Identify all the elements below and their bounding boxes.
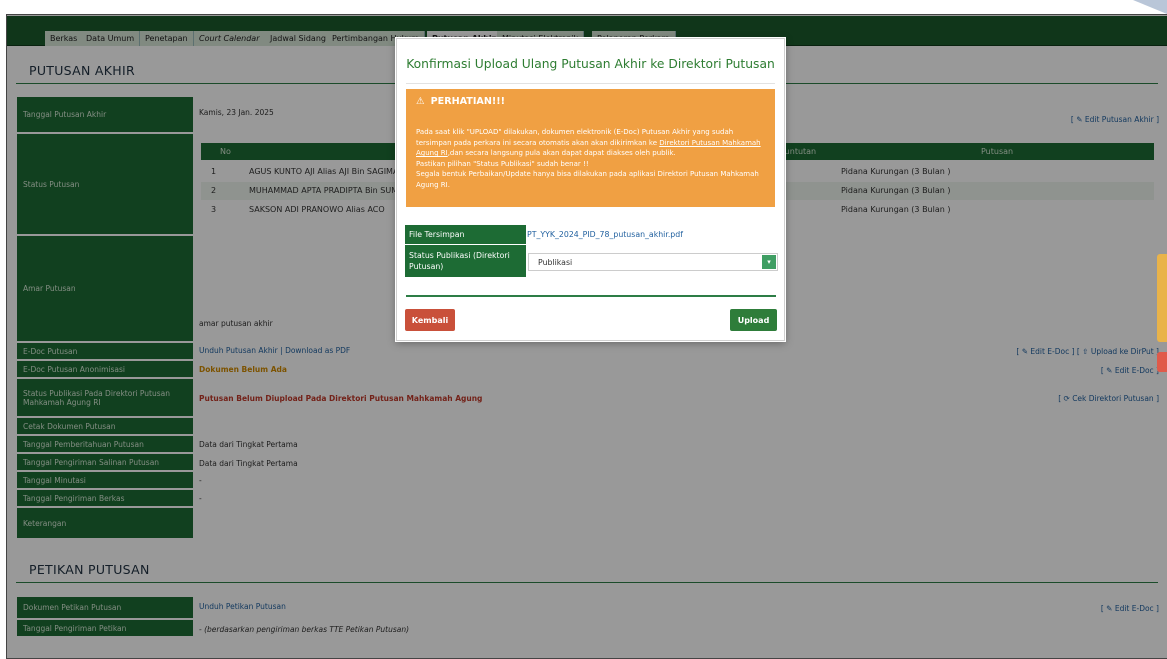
warning-alert: ⚠ PERHATIAN!!! Pada saat klik "UPLOAD" di… xyxy=(406,89,775,207)
tab-berkas[interactable]: Berkas xyxy=(45,31,84,46)
label-status-publikasi-line1: Status Publikasi Pada Direktori Putusan xyxy=(23,388,170,398)
pengiriman-petikan-value: - (berdasarkan pengiriman berkas TTE Pet… xyxy=(199,625,410,634)
row-nama: AGUS KUNTO AJI Alias AJI Bin SAGIMAN xyxy=(249,167,405,176)
section-title-petikan: PETIKAN PUTUSAN xyxy=(29,562,150,577)
alert-header: ⚠ PERHATIAN!!! xyxy=(416,96,505,107)
tab-court-calendar[interactable]: Court Calendar xyxy=(194,31,266,46)
modal-title: Konfirmasi Upload Ulang Putusan Akhir ke… xyxy=(406,57,775,71)
edit-edoc-anonim-link[interactable]: [ ✎ Edit E-Doc ] xyxy=(1101,366,1159,375)
unduh-petikan-link[interactable]: Unduh Petikan Putusan xyxy=(199,602,286,611)
label-keterangan: Keterangan xyxy=(17,508,193,539)
row-nama: SAKSON ADI PRANOWO Alias ACO xyxy=(249,205,385,214)
modal-title-divider xyxy=(406,83,775,84)
amar-putusan-value: amar putusan akhir xyxy=(199,319,273,328)
label-edoc-anonimisasi: E-Doc Putusan Anonimisasi xyxy=(17,361,193,378)
label-cetak-dokumen: Cetak Dokumen Putusan xyxy=(17,418,193,435)
label-status-publikasi: Status Publikasi Pada Direktori Putusan … xyxy=(17,379,193,417)
label-tanggal-minutasi: Tanggal Minutasi xyxy=(17,472,193,489)
row-no: 2 xyxy=(211,186,217,195)
upload-button[interactable]: Upload xyxy=(730,309,777,331)
pengiriman-berkas-value: - xyxy=(199,494,202,503)
side-chip-red[interactable] xyxy=(1157,352,1167,372)
label-status-publikasi-modal: Status Publikasi (Direktori Putusan) xyxy=(405,245,526,277)
edit-edoc-petikan-link[interactable]: [ ✎ Edit E-Doc ] xyxy=(1101,604,1159,613)
pengiriman-salinan-value: Data dari Tingkat Pertama xyxy=(199,459,298,468)
chevron-down-icon[interactable]: ▾ xyxy=(762,255,776,269)
label-dokumen-petikan: Dokumen Petikan Putusan xyxy=(17,597,193,619)
modal-footer-divider xyxy=(406,295,776,297)
label-file-tersimpan: File Tersimpan xyxy=(405,225,526,244)
cek-direktori-link[interactable]: [ ⟳ Cek Direktori Putusan ] xyxy=(1058,394,1159,403)
label-edoc-putusan: E-Doc Putusan xyxy=(17,343,193,360)
tab-data-umum[interactable]: Data Umum xyxy=(81,31,141,46)
status-publikasi-select[interactable]: Publikasi ▾ xyxy=(528,253,778,271)
alert-title: PERHATIAN!!! xyxy=(430,96,505,107)
row-putusan: Pidana Kurungan (3 Bulan ) xyxy=(841,205,951,214)
alert-text-3: Segala bentuk Perbaikan/Update hanya bis… xyxy=(416,170,759,189)
label-status-publikasi-line2: Mahkamah Agung RI xyxy=(23,397,101,407)
row-no: 3 xyxy=(211,205,217,214)
label-tanggal-pengiriman-petikan: Tanggal Pengiriman Petikan xyxy=(17,620,193,637)
section-divider xyxy=(16,582,1158,583)
row-putusan: Pidana Kurungan (3 Bulan ) xyxy=(841,186,951,195)
side-chip-yellow[interactable] xyxy=(1157,254,1167,342)
alert-body: Pada saat klik "UPLOAD" dilakukan, dokum… xyxy=(416,127,768,191)
confirm-upload-modal: Konfirmasi Upload Ulang Putusan Akhir ke… xyxy=(396,38,785,341)
status-publikasi-selected: Publikasi xyxy=(538,257,573,267)
tab-jadwal-sidang[interactable]: Jadwal Sidang xyxy=(265,31,332,46)
edit-putusan-link[interactable]: [ ✎ Edit Putusan Akhir ] xyxy=(1071,115,1159,124)
kembali-button[interactable]: Kembali xyxy=(405,309,455,331)
alert-text-2: Pastikan pilihan "Status Publikasi" suda… xyxy=(416,159,589,168)
minutasi-value: - xyxy=(199,476,202,485)
label-tanggal-pengiriman-berkas: Tanggal Pengiriman Berkas xyxy=(17,490,193,507)
label-tanggal-putusan: Tanggal Putusan Akhir xyxy=(17,97,193,133)
header-putusan: Putusan xyxy=(981,147,1014,156)
window-top-strip xyxy=(0,0,1167,14)
tab-penetapan[interactable]: Penetapan xyxy=(140,31,194,46)
row-no: 1 xyxy=(211,167,217,176)
label-status-putusan: Status Putusan xyxy=(17,134,193,235)
section-title-putusan-akhir: PUTUSAN AKHIR xyxy=(29,63,135,78)
alert-text-1b: ,dan secara langsung pula akan dapat dap… xyxy=(447,149,676,158)
publikasi-status-value: Putusan Belum Diupload Pada Direktori Pu… xyxy=(199,394,483,403)
warning-icon: ⚠ xyxy=(416,96,425,107)
pemberitahuan-value: Data dari Tingkat Pertama xyxy=(199,440,298,449)
header-tuntutan: Tuntutan xyxy=(781,147,817,156)
label-tanggal-pengiriman-salinan: Tanggal Pengiriman Salinan Putusan xyxy=(17,454,193,471)
edoc-download-links[interactable]: Unduh Putusan Akhir | Download as PDF xyxy=(199,346,350,355)
header-no: No xyxy=(220,147,231,156)
row-putusan: Pidana Kurungan (3 Bulan ) xyxy=(841,167,951,176)
label-tanggal-pemberitahuan: Tanggal Pemberitahuan Putusan xyxy=(17,436,193,453)
tanggal-putusan-value: Kamis, 23 Jan. 2025 xyxy=(199,108,274,117)
edoc-action-links[interactable]: [ ✎ Edit E-Doc ] [ ⇧ Upload ke DirPut ] xyxy=(1016,347,1159,356)
anonimisasi-status: Dokumen Belum Ada xyxy=(199,365,287,374)
label-amar-putusan: Amar Putusan xyxy=(17,236,193,342)
file-tersimpan-link[interactable]: PT_YYK_2024_PID_78_putusan_akhir.pdf xyxy=(527,225,683,244)
corner-decoration xyxy=(1133,0,1167,14)
